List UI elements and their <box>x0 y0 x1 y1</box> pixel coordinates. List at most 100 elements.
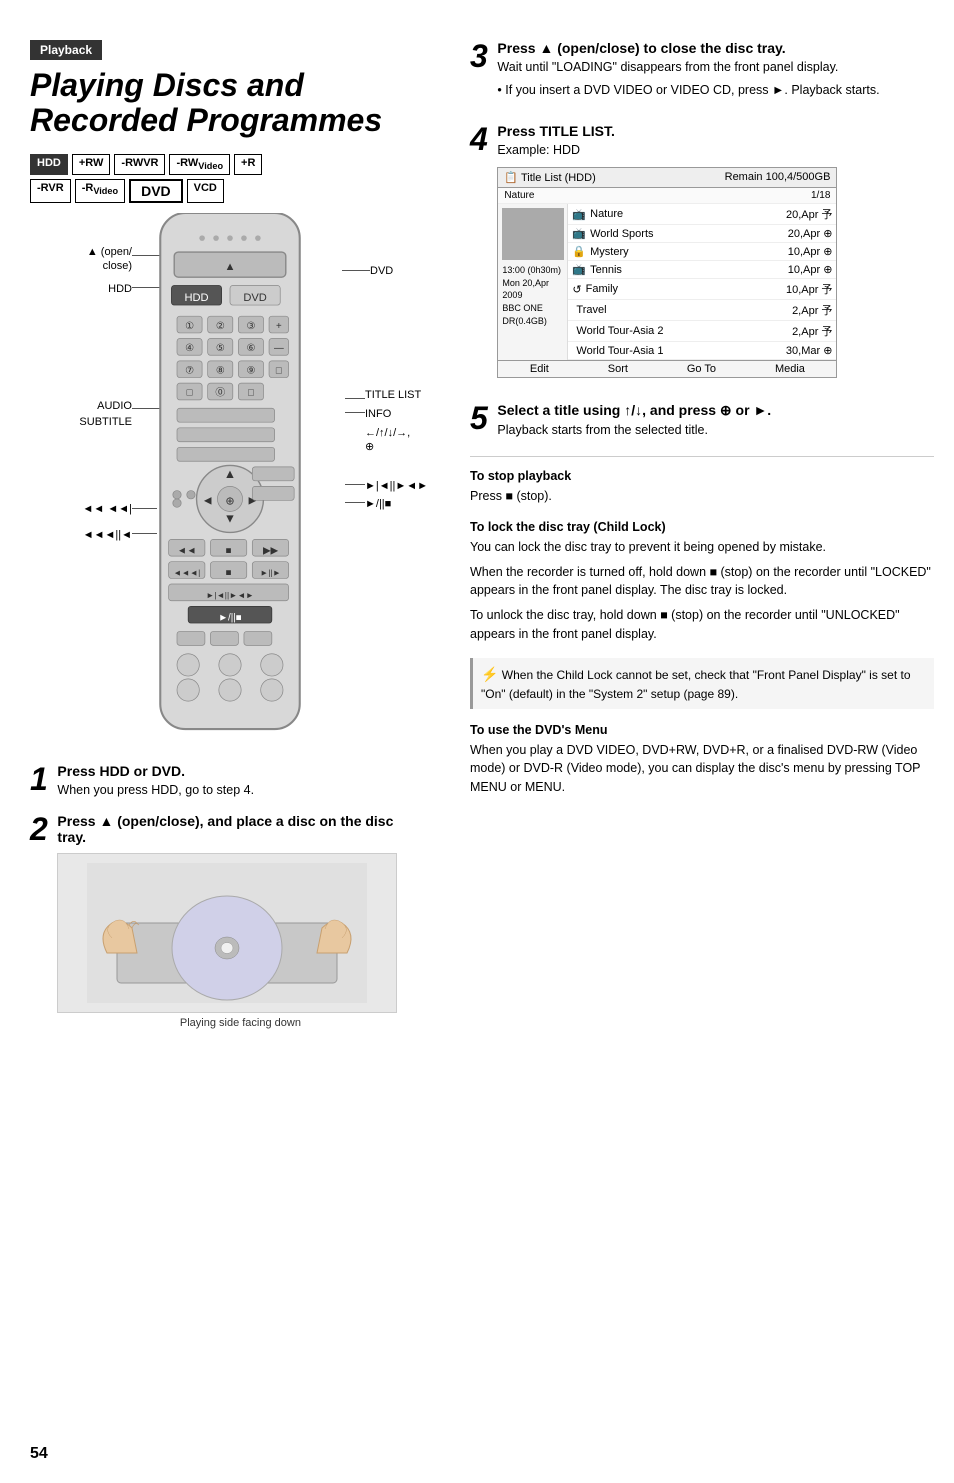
child-lock-body3: To unlock the disc tray, hold down ■ (st… <box>470 606 934 644</box>
hdd-info-text: 13:00 (0h30m)Mon 20,Apr 2009BBC ONEDR(0.… <box>502 264 563 327</box>
svg-text:②: ② <box>216 320 225 331</box>
svg-text:⑥: ⑥ <box>247 343 256 354</box>
svg-text:⊕: ⊕ <box>225 495 234 507</box>
step-3-body1: Wait until "LOADING" disappears from the… <box>497 58 917 77</box>
right-column: 3 Press ▲ (open/close) to close the disc… <box>460 20 954 1463</box>
hdd-row-nature: 📺Nature 20,Apr 予 <box>568 204 836 225</box>
label-play-controls: ►|◄||►◄► <box>365 479 440 493</box>
badge-vcd: VCD <box>187 179 224 203</box>
step-1-title: Press HDD or DVD. <box>57 763 423 779</box>
hdd-row-date5: 10,Apr 予 <box>786 281 832 297</box>
disc-image <box>57 853 397 1013</box>
svg-text:⓪: ⓪ <box>215 386 225 398</box>
svg-text:◄◄: ◄◄ <box>177 545 196 556</box>
hdd-row-family: ↺Family 10,Apr 予 <box>568 279 836 300</box>
page-number: 54 <box>30 1445 48 1463</box>
hdd-row-left: 📺Nature <box>572 206 623 222</box>
connector-title-list <box>345 398 365 399</box>
hdd-header: 📋 Title List (HDD) Remain 100,4/500GB <box>498 168 836 188</box>
hdd-subheader: Nature 1/18 <box>498 188 836 204</box>
step-5-num: 5 <box>470 402 488 434</box>
svg-text:⑧: ⑧ <box>216 365 225 376</box>
step-5: 5 Select a title using ↑/↓, and press ⊕ … <box>470 402 934 440</box>
step-3: 3 Press ▲ (open/close) to close the disc… <box>470 40 934 103</box>
step-3-bullet: • If you insert a DVD VIDEO or VIDEO CD,… <box>497 81 917 100</box>
hdd-pagination: 1/18 <box>811 190 830 201</box>
hdd-row-worldtour2: World Tour-Asia 2 2,Apr 予 <box>568 321 836 342</box>
svg-text:▶▶: ▶▶ <box>263 545 278 556</box>
dvd-menu-section: To use the DVD's Menu When you play a DV… <box>470 723 934 797</box>
step-4: 4 Press TITLE LIST. Example: HDD 📋 Title… <box>470 123 934 387</box>
hdd-row-mystery: 🔒Mystery 10,Apr ⊕ <box>568 243 836 261</box>
hdd-row-date6: 2,Apr 予 <box>792 302 832 318</box>
svg-text:③: ③ <box>247 320 256 331</box>
step-3-title: Press ▲ (open/close) to close the disc t… <box>497 40 917 56</box>
step-5-content: Select a title using ↑/↓, and press ⊕ or… <box>497 402 917 440</box>
step-3-content: Press ▲ (open/close) to close the disc t… <box>497 40 917 103</box>
hdd-screen: 📋 Title List (HDD) Remain 100,4/500GB Na… <box>497 167 837 378</box>
svg-text:①: ① <box>185 320 194 331</box>
badge-rvr: -RVR <box>30 179 71 203</box>
hdd-footer-sort: Sort <box>608 363 628 375</box>
step-1-body: When you press HDD, go to step 4. <box>57 781 423 800</box>
svg-text:▲: ▲ <box>224 261 235 273</box>
label-audio-subtitle: AUDIOSUBTITLE <box>70 398 132 431</box>
step-2: 2 Press ▲ (open/close), and place a disc… <box>30 813 440 1039</box>
remote-diagram: ▲ (open/close) HDD AUDIOSUBTITLE ◄◄ ◄◄| … <box>70 213 440 753</box>
label-dvd: DVD <box>370 265 440 277</box>
section-badge: Playback <box>30 40 102 60</box>
step-1-num: 1 <box>30 763 48 795</box>
step-2-title: Press ▲ (open/close), and place a disc o… <box>57 813 423 845</box>
step-4-subtitle: Example: HDD <box>497 141 917 160</box>
hdd-row-date: 20,Apr 予 <box>786 206 832 222</box>
hdd-list: 📺Nature 20,Apr 予 📺World Sports 20,Apr ⊕ … <box>568 204 836 360</box>
child-lock-title: To lock the disc tray (Child Lock) <box>470 520 934 534</box>
note-box: ⚡ When the Child Lock cannot be set, che… <box>470 658 934 709</box>
child-lock-body1: You can lock the disc tray to prevent it… <box>470 538 934 557</box>
bolt-icon: ⚡ <box>481 666 498 682</box>
hdd-remain: Remain 100,4/500GB <box>725 171 831 184</box>
svg-text:+: + <box>276 320 282 331</box>
hdd-row-date4: 10,Apr ⊕ <box>788 263 833 276</box>
badge-rw: +RW <box>72 154 111 174</box>
hdd-col-label: Nature <box>504 190 534 201</box>
hdd-footer-edit: Edit <box>530 363 549 375</box>
svg-text:⑤: ⑤ <box>216 343 225 354</box>
step-2-num: 2 <box>30 813 48 845</box>
badge-r-plus: +R <box>234 154 262 174</box>
hdd-body: 13:00 (0h30m)Mon 20,Apr 2009BBC ONEDR(0.… <box>498 204 836 360</box>
hdd-row-travel: Travel 2,Apr 予 <box>568 300 836 321</box>
divider-1 <box>470 456 934 457</box>
badge-row-2: -RVR -RVideo DVD VCD <box>30 179 440 203</box>
svg-text:■: ■ <box>226 567 232 578</box>
step-3-num: 3 <box>470 40 488 72</box>
hdd-row-date7: 2,Apr 予 <box>792 323 832 339</box>
hdd-row-date2: 20,Apr ⊕ <box>788 227 833 240</box>
hdd-footer: Edit Sort Go To Media <box>498 360 836 377</box>
badge-dvd: DVD <box>129 179 183 203</box>
label-open-close: ▲ (open/close) <box>70 245 132 274</box>
page-title: Playing Discs andRecorded Programmes <box>30 68 440 138</box>
disc-caption: Playing side facing down <box>57 1017 423 1029</box>
connector-stop <box>345 502 365 503</box>
svg-text:□: □ <box>248 387 254 398</box>
child-lock-section: To lock the disc tray (Child Lock) You c… <box>470 520 934 644</box>
label-slow-ff: ◄◄◄||◄ <box>70 528 132 542</box>
svg-text:□: □ <box>276 365 282 376</box>
svg-text:▲: ▲ <box>224 467 236 481</box>
svg-text:DVD: DVD <box>243 291 267 303</box>
svg-text:□: □ <box>187 387 193 398</box>
step-1-content: Press HDD or DVD. When you press HDD, go… <box>57 763 423 800</box>
step-4-num: 4 <box>470 123 488 155</box>
svg-text:►|◄||►◄►: ►|◄||►◄► <box>206 590 254 600</box>
label-arrows: ←/↑/↓/→,⊕ <box>365 426 440 455</box>
svg-text:④: ④ <box>185 343 194 354</box>
svg-text:▼: ▼ <box>224 511 236 525</box>
label-hdd: HDD <box>70 283 132 295</box>
badge-rvideo: -RVideo <box>75 179 125 203</box>
remote-svg: ▲ HDD DVD ① ② ③ + ④ ⑤ ⑥ <box>140 213 320 743</box>
child-lock-body2: When the recorder is turned off, hold do… <box>470 563 934 601</box>
connector-dvd <box>342 270 370 271</box>
label-prev-next: ◄◄ ◄◄| <box>70 503 132 515</box>
hdd-footer-media: Media <box>775 363 805 375</box>
